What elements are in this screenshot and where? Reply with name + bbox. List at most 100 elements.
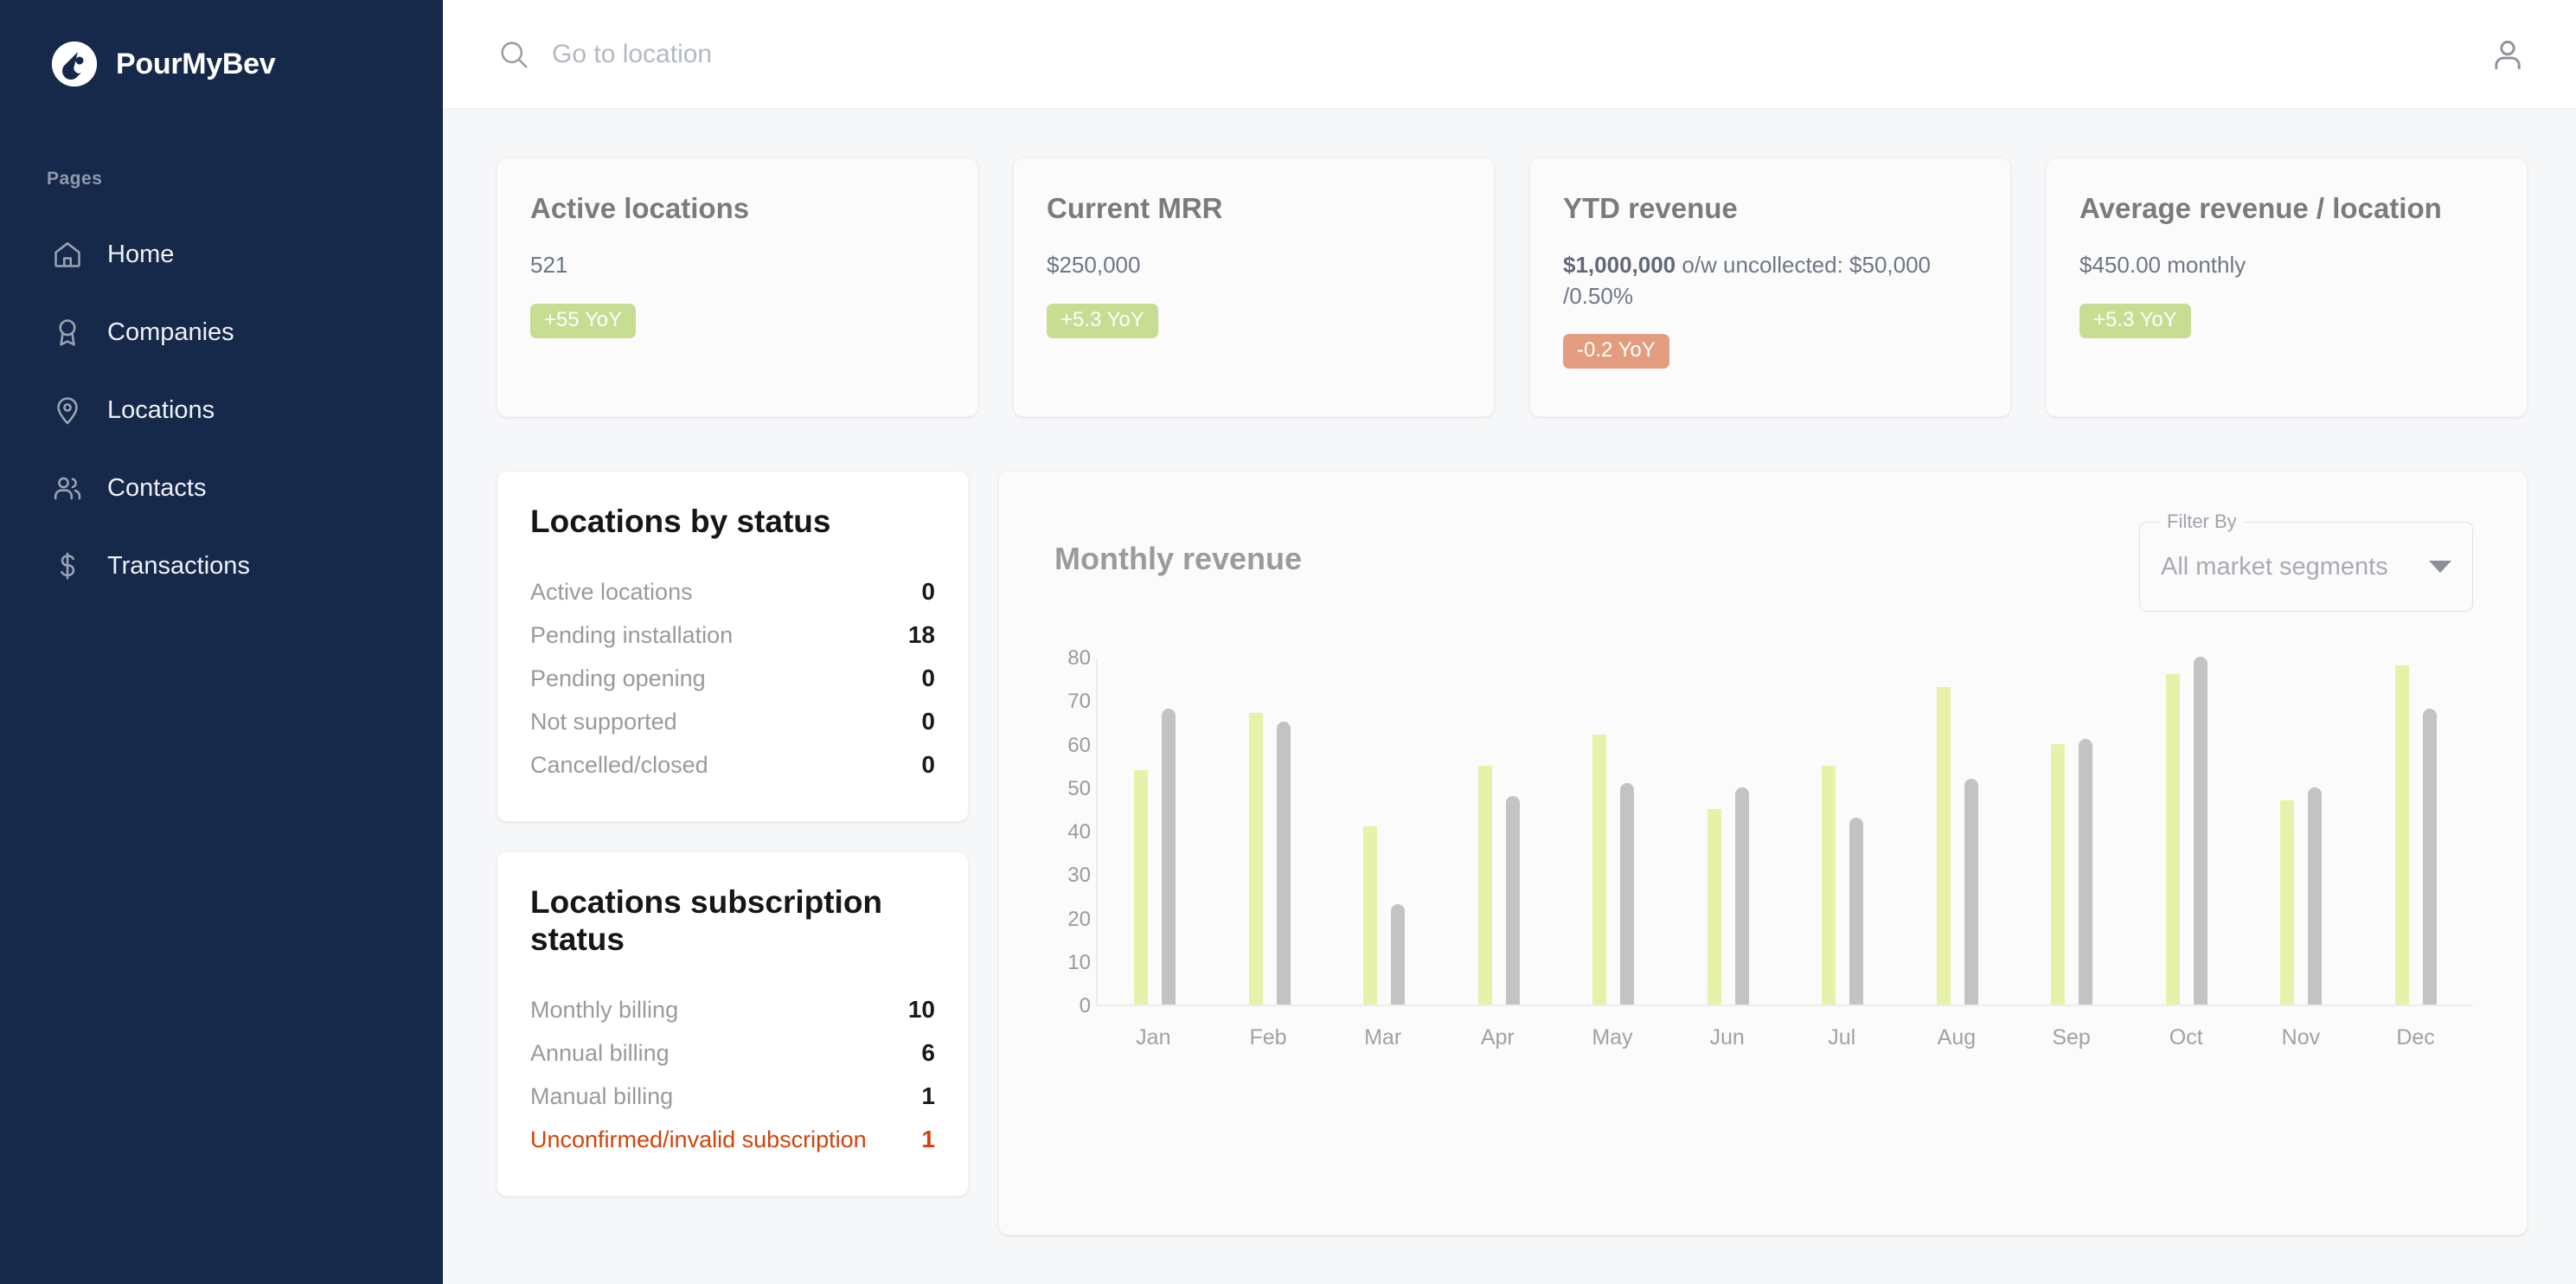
award-icon: [50, 315, 85, 350]
sidebar-item-transactions[interactable]: Transactions: [0, 527, 443, 605]
brand-name: PourMyBev: [116, 48, 275, 81]
kpi-value: $1,000,000 o/w uncollected: $50,000 /0.5…: [1563, 250, 1977, 311]
sidebar-item-home[interactable]: Home: [0, 215, 443, 293]
x-axis-tick: May: [1565, 1025, 1660, 1050]
kpi-title: Active locations: [530, 191, 945, 226]
main-area: Active locations 521 +55 YoY Current MRR…: [443, 0, 2576, 1284]
bar-previous: [1964, 779, 1978, 1005]
page-title: Locations subscription status: [530, 883, 935, 959]
panel-subscription-status: Locations subscription status Monthly bi…: [497, 851, 969, 1197]
chart-title: Monthly revenue: [1039, 522, 1302, 577]
bar-group: [1478, 658, 1520, 1005]
bar-group: [1363, 658, 1405, 1005]
dollar-icon: [50, 549, 85, 583]
bar-current: [2280, 800, 2294, 1005]
bar-group: [1249, 658, 1291, 1005]
sidebar-item-label: Locations: [107, 396, 215, 425]
stat-label: Annual billing: [530, 1040, 670, 1067]
bar-previous: [1391, 904, 1405, 1005]
stat-label: Unconfirmed/invalid subscription: [530, 1127, 867, 1153]
x-axis-tick: Mar: [1336, 1025, 1431, 1050]
bar-previous: [1620, 783, 1634, 1005]
bar-group: [1822, 658, 1863, 1005]
map-pin-icon: [50, 393, 85, 427]
search-bar[interactable]: [497, 37, 2488, 72]
list-item: Active locations 0: [530, 570, 935, 613]
list-item: Annual billing 6: [530, 1031, 935, 1075]
sidebar-item-label: Transactions: [107, 552, 250, 581]
bar-group: [1134, 658, 1176, 1005]
bar-current: [1937, 687, 1951, 1005]
bar-current: [2051, 744, 2065, 1005]
stat-label: Manual billing: [530, 1083, 673, 1110]
bar-previous: [1162, 709, 1176, 1005]
sidebar-item-contacts[interactable]: Contacts: [0, 449, 443, 527]
bar-previous: [1735, 787, 1749, 1005]
list-item: Pending opening 0: [530, 657, 935, 700]
panel-monthly-revenue: Monthly revenue Filter By All market seg…: [998, 471, 2528, 1236]
list-item: Pending installation 18: [530, 613, 935, 657]
search-input[interactable]: [552, 40, 1088, 69]
app-root: PourMyBev Pages Home: [0, 0, 2576, 1284]
bar-current: [1363, 826, 1377, 1005]
y-axis-tick: 40: [1039, 820, 1091, 844]
sidebar-item-label: Contacts: [107, 474, 206, 503]
stat-label: Pending installation: [530, 622, 733, 649]
x-axis-tick: Jan: [1105, 1025, 1201, 1050]
sidebar-item-label: Companies: [107, 318, 234, 347]
x-axis-tick: Oct: [2138, 1025, 2233, 1050]
y-axis-tick: 70: [1039, 690, 1091, 714]
x-axis-tick: Jul: [1794, 1025, 1889, 1050]
bar-current: [2166, 674, 2180, 1005]
kpi-card-ytd-revenue: YTD revenue $1,000,000 o/w uncollected: …: [1529, 157, 2011, 417]
list-item: Not supported 0: [530, 700, 935, 743]
panel-locations-by-status: Locations by status Active locations 0 P…: [497, 471, 969, 822]
kpi-value-strong: $1,000,000: [1563, 252, 1676, 278]
stat-value: 0: [921, 578, 935, 606]
droplet-logo-icon: [52, 42, 97, 87]
bar-previous: [2423, 709, 2437, 1005]
filter-legend-label: Filter By: [2159, 510, 2245, 533]
sidebar-nav: Home Companies Locatio: [0, 215, 443, 605]
user-account-icon[interactable]: [2488, 35, 2528, 74]
sidebar-item-companies[interactable]: Companies: [0, 293, 443, 371]
bar-current: [2395, 665, 2409, 1005]
market-segment-filter[interactable]: Filter By All market segments: [2139, 522, 2473, 612]
home-icon: [50, 237, 85, 272]
x-axis-tick: Nov: [2253, 1025, 2349, 1050]
filter-selected-value: All market segments: [2161, 553, 2429, 581]
bar-plot: [1096, 658, 2473, 1006]
sidebar-item-locations[interactable]: Locations: [0, 371, 443, 449]
bar-current: [1134, 770, 1148, 1005]
stat-value: 10: [908, 996, 935, 1024]
bar-current: [1822, 766, 1836, 1005]
x-axis-tick: Apr: [1450, 1025, 1545, 1050]
x-axis-tick: Sep: [2024, 1025, 2119, 1050]
x-axis-tick: Jun: [1680, 1025, 1775, 1050]
x-axis-tick: Feb: [1221, 1025, 1316, 1050]
x-axis: JanFebMarAprMayJunJulAugSepOctNovDec: [1096, 1025, 2473, 1050]
stat-label: Not supported: [530, 709, 677, 735]
stat-value: 18: [908, 621, 935, 649]
brand[interactable]: PourMyBev: [0, 0, 443, 95]
y-axis-tick: 30: [1039, 863, 1091, 888]
sidebar-section-label: Pages: [0, 95, 443, 189]
kpi-value: $250,000: [1047, 250, 1461, 280]
stat-label: Cancelled/closed: [530, 752, 708, 779]
bar-group: [2280, 658, 2322, 1005]
bar-previous: [1506, 796, 1520, 1005]
kpi-value: 521: [530, 250, 945, 280]
sidebar-item-label: Home: [107, 241, 174, 269]
bar-current: [1478, 766, 1492, 1005]
sidebar: PourMyBev Pages Home: [0, 0, 443, 1284]
stat-value: 0: [921, 751, 935, 779]
bar-previous: [2194, 657, 2208, 1005]
y-axis-tick: 20: [1039, 908, 1091, 932]
kpi-value: $450.00 monthly: [2079, 250, 2494, 280]
stat-value: 1: [921, 1082, 935, 1110]
stat-label: Active locations: [530, 579, 693, 606]
page-title: Locations by status: [530, 503, 935, 541]
bar-group: [1937, 658, 1978, 1005]
bar-previous: [1277, 722, 1291, 1005]
status-badge: -0.2 YoY: [1563, 334, 1669, 369]
